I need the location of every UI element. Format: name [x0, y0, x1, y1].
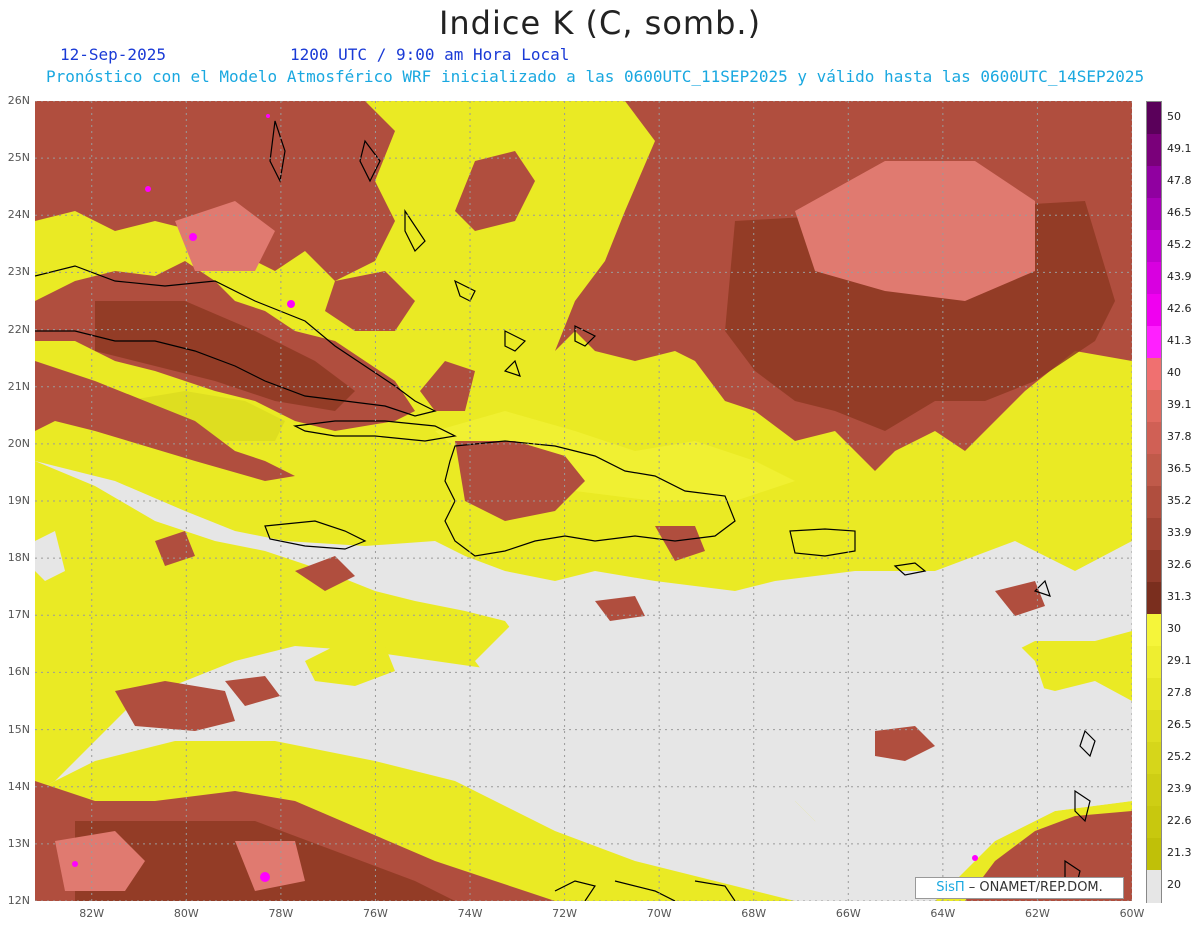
legend-label: 36.5	[1167, 462, 1192, 475]
legend-swatch	[1147, 294, 1161, 327]
legend-label: 30	[1167, 622, 1181, 635]
legend-swatch	[1147, 454, 1161, 487]
chart-title: Indice K (C, somb.)	[438, 4, 762, 42]
valid-time: 1200 UTC / 9:00 am Hora Local	[290, 45, 570, 64]
legend-label: 26.5	[1167, 718, 1192, 731]
legend-swatch	[1147, 326, 1161, 359]
lat-label: 16N	[7, 665, 30, 679]
legend-swatch	[1147, 230, 1161, 263]
lat-label: 21N	[7, 379, 30, 393]
legend-swatch	[1147, 486, 1161, 519]
lat-label: 18N	[7, 551, 30, 565]
credit-text: – ONAMET/REP.DOM.	[964, 880, 1103, 895]
lat-label: 20N	[7, 436, 30, 450]
legend-swatch	[1147, 838, 1161, 871]
lat-label: 24N	[7, 208, 30, 222]
legend-swatch	[1147, 262, 1161, 295]
lon-label: 74W	[457, 907, 483, 920]
legend-label: 25.2	[1167, 750, 1192, 763]
lat-label: 26N	[7, 94, 30, 107]
legend-label: 49.1	[1167, 142, 1192, 155]
lon-label: 78W	[268, 907, 294, 920]
map-panel	[35, 101, 1132, 901]
valid-date: 12-Sep-2025	[60, 45, 166, 64]
legend-label: 40	[1167, 366, 1181, 379]
legend-label: 29.1	[1167, 654, 1192, 667]
legend-swatch	[1147, 646, 1161, 679]
legend-label: 39.1	[1167, 398, 1192, 411]
lon-label: 72W	[552, 907, 578, 920]
lat-label: 13N	[7, 836, 30, 850]
legend-swatch	[1147, 710, 1161, 743]
lon-label: 68W	[741, 907, 767, 920]
legend-label: 35.2	[1167, 494, 1192, 507]
legend-label: 41.3	[1167, 334, 1192, 347]
legend-swatch	[1147, 550, 1161, 583]
legend-label: 23.9	[1167, 782, 1192, 795]
legend-swatch	[1147, 870, 1161, 903]
legend-swatch	[1147, 198, 1161, 231]
legend-swatch	[1147, 774, 1161, 807]
legend-swatch	[1147, 582, 1161, 615]
legend-swatch	[1147, 742, 1161, 775]
sispi-logo: SisΠ	[936, 880, 965, 895]
legend-label: 20	[1167, 878, 1181, 891]
lon-label: 76W	[363, 907, 388, 920]
legend-label: 50	[1167, 110, 1181, 123]
legend-swatch	[1147, 422, 1161, 455]
legend-label: 31.3	[1167, 590, 1192, 603]
legend-label: 33.9	[1167, 526, 1192, 539]
legend-label: 42.6	[1167, 302, 1192, 315]
legend-swatch	[1147, 166, 1161, 199]
lon-label: 82W	[79, 907, 105, 920]
legend-label: 37.8	[1167, 430, 1192, 443]
lat-label: 22N	[7, 322, 30, 336]
lon-label: 66W	[835, 907, 861, 920]
lat-label: 23N	[7, 265, 30, 279]
legend-swatch	[1147, 678, 1161, 711]
lon-label: 60W	[1119, 907, 1145, 920]
legend-swatch	[1147, 102, 1161, 135]
legend-label: 21.3	[1167, 846, 1192, 859]
lon-label: 80W	[173, 907, 199, 920]
legend-label: 46.5	[1167, 206, 1192, 219]
legend-label: 45.2	[1167, 238, 1192, 251]
legend-swatch	[1147, 358, 1161, 391]
legend-label: 32.6	[1167, 558, 1192, 571]
lat-label: 25N	[7, 151, 30, 165]
lon-label: 62W	[1024, 907, 1050, 920]
credit-box: SisΠ – ONAMET/REP.DOM.	[915, 877, 1124, 899]
color-legend	[1146, 101, 1162, 903]
legend-swatch	[1147, 614, 1161, 647]
lat-label: 17N	[7, 608, 30, 622]
legend-label: 22.6	[1167, 814, 1192, 827]
lon-label: 70W	[646, 907, 672, 920]
lat-label: 15N	[7, 722, 30, 736]
forecast-description: Pronóstico con el Modelo Atmosférico WRF…	[46, 67, 1145, 86]
lat-label: 14N	[7, 779, 30, 793]
lon-label: 64W	[930, 907, 956, 920]
legend-swatch	[1147, 806, 1161, 839]
lat-label: 19N	[7, 494, 30, 507]
legend-swatch	[1147, 518, 1161, 551]
lat-label: 12N	[7, 894, 30, 907]
legend-label: 47.8	[1167, 174, 1192, 187]
legend-swatch	[1147, 390, 1161, 423]
legend-label: 43.9	[1167, 270, 1192, 283]
legend-swatch	[1147, 134, 1161, 167]
k-index-map	[35, 101, 1132, 901]
legend-label: 27.8	[1167, 686, 1192, 699]
